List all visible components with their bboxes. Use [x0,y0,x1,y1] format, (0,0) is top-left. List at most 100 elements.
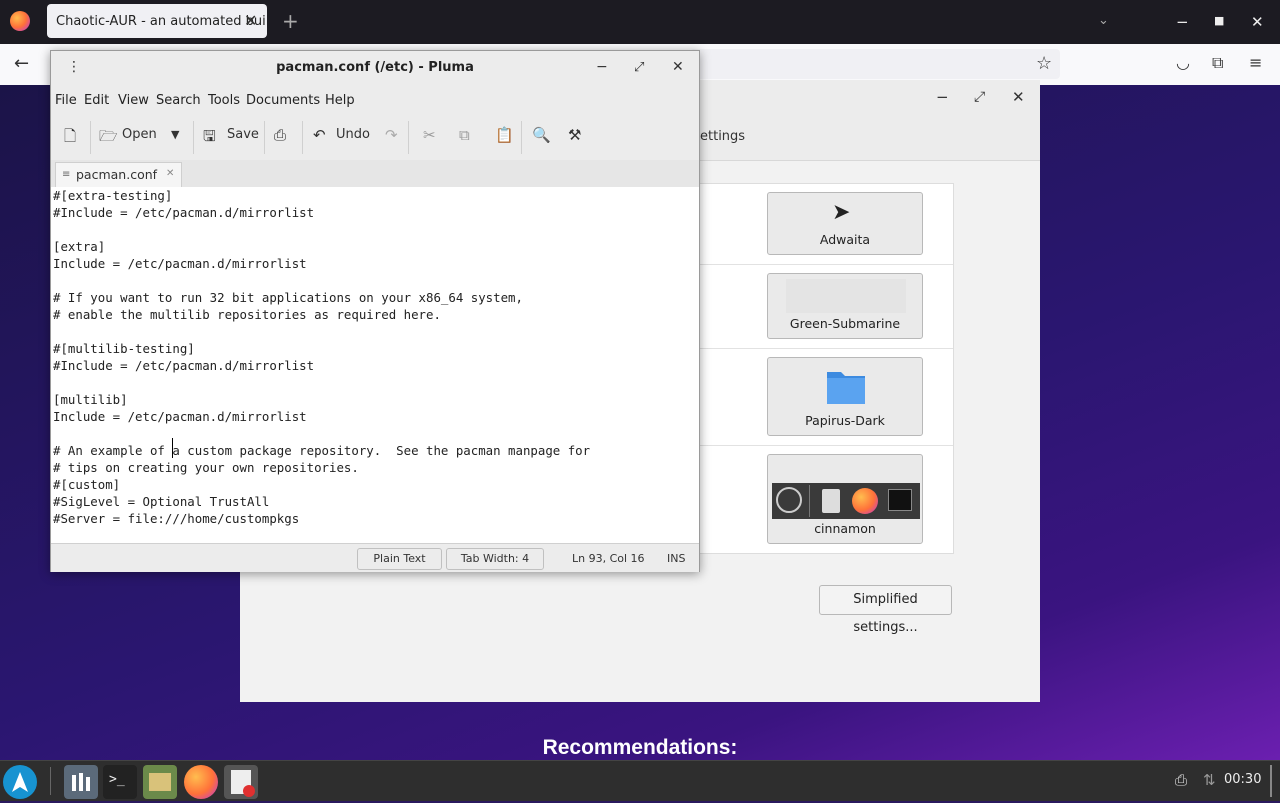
paste-icon[interactable]: 📋 [495,126,514,144]
text-editor[interactable]: #[extra-testing] #Include = /etc/pacman.… [51,187,699,543]
cursor-position: Ln 93, Col 16 [572,552,645,565]
browser-tab-title: Chaotic-AUR - an automated building repo… [56,14,267,29]
browser-maximize-icon[interactable]: ■ [1214,14,1224,27]
firefox-taskbar-icon[interactable] [184,765,218,799]
document-tabs: ≡ pacman.conf ✕ [51,160,699,188]
save-icon[interactable]: 🖫 [203,126,216,151]
themes-maximize-icon[interactable]: ⤢ [974,89,985,105]
insert-mode: INS [667,552,686,565]
text-editor-taskbar-icon[interactable] [224,765,258,799]
theme-button-cinnamon[interactable]: cinnamon [767,454,923,544]
pluma-maximize-icon[interactable]: ⤢ [634,60,644,75]
menu-tools[interactable]: Tools [208,93,240,108]
code-line: #Include = /etc/pacman.d/mirrorlist [53,358,315,373]
pluma-minimize-icon[interactable]: − [596,59,608,75]
new-document-icon[interactable]: 🗋 [64,126,76,151]
file-cabinet-icon [822,489,840,513]
show-desktop[interactable] [1270,765,1272,797]
menu-search[interactable]: Search [156,93,201,108]
code-line: # tips on creating your own repositories… [53,460,359,475]
copy-icon[interactable]: ⧉ [459,126,470,144]
terminal-taskbar-icon[interactable]: >_ [103,765,137,799]
search-icon[interactable]: 🔍 [532,126,551,144]
chevron-down-icon[interactable]: ⌄ [1098,13,1109,28]
syntax-mode-button[interactable]: Plain Text [357,548,442,570]
arch-menu-icon[interactable] [3,765,37,799]
redo-icon[interactable]: ↷ [385,126,398,144]
pocket-icon[interactable]: ◡ [1176,53,1190,72]
menu-icon[interactable]: ≡ [1249,53,1262,72]
code-line: # enable the multilib repositories as re… [53,307,441,322]
settings-taskbar-icon[interactable] [64,765,98,799]
terminal-icon [888,489,912,511]
themes-tab-settings[interactable]: ettings [700,129,745,144]
code-line: #SigLevel = Optional TrustAll [53,494,270,509]
theme-preview [772,483,920,519]
replace-icon[interactable]: ⚒ [568,126,581,144]
open-icon[interactable]: 🗁 [99,126,118,151]
menu-help[interactable]: Help [325,93,355,108]
extensions-icon[interactable]: ⧉ [1212,53,1223,73]
menu-file[interactable]: File [55,93,77,108]
printer-icon[interactable]: ⎙ [1175,771,1187,789]
file-manager-taskbar-icon[interactable] [143,765,177,799]
menu-view[interactable]: View [118,93,149,108]
new-tab-icon[interactable]: + [282,9,299,33]
pluma-titlebar[interactable]: ⋮ pacman.conf (/etc) - Pluma − ⤢ ✕ [51,51,699,87]
code-line: [extra] [53,239,106,254]
theme-label: Green-Submarine [789,316,901,331]
menu-documents[interactable]: Documents [246,93,320,108]
network-icon[interactable]: ⇅ [1203,771,1216,789]
code-line: #Server = file:///home/custompkgs [53,511,300,526]
menu-edit[interactable]: Edit [84,93,109,108]
taskbar: >_ ⎙ ⇅ 00:30 [0,760,1280,801]
cut-icon[interactable]: ✂ [423,126,436,144]
pluma-toolbar: 🗋 🗁 Open ▼ 🖫 Save ⎙ ↶ Undo ↷ ✂ ⧉ 📋 🔍 ⚒ [51,115,699,161]
themes-close-icon[interactable]: ✕ [1012,88,1025,106]
firefox-icon [852,488,878,514]
themes-minimize-icon[interactable]: − [936,88,949,106]
code-line: #[extra-testing] [53,188,173,203]
code-line: Include = /etc/pacman.d/mirrorlist [53,256,307,271]
firefox-icon [10,11,30,31]
simplified-settings-button[interactable]: Simplified settings... [819,585,952,635]
browser-minimize-icon[interactable]: − [1176,13,1189,31]
bookmark-star-icon[interactable]: ☆ [1036,53,1052,74]
close-document-icon[interactable]: ✕ [166,168,174,179]
undo-button[interactable]: Undo [336,127,370,142]
pluma-close-icon[interactable]: ✕ [672,59,684,75]
pluma-menubar: File Edit View Search Tools Documents He… [51,87,699,115]
code-line: # An example of a custom package reposit… [53,443,591,458]
code-line: #[custom] [53,477,121,492]
tab-width-button[interactable]: Tab Width: 4 [446,548,544,570]
pluma-window: ⋮ pacman.conf (/etc) - Pluma − ⤢ ✕ File … [50,50,700,572]
code-line: #[multilib-testing] [53,341,195,356]
pluma-statusbar: Plain Text Tab Width: 4 Ln 93, Col 16 IN… [51,543,699,572]
browser-close-icon[interactable]: ✕ [1251,13,1264,31]
document-tab-label: pacman.conf [76,167,158,182]
back-arrow-icon[interactable]: ← [14,53,29,74]
theme-button-green-submarine[interactable]: Green-Submarine [767,273,923,339]
code-line: # If you want to run 32 bit applications… [53,290,523,305]
open-dropdown-chevron-icon[interactable]: ▼ [171,128,179,141]
save-button[interactable]: Save [227,127,259,142]
mouse-pointer-icon: ➤ [832,200,851,225]
text-file-icon: ≡ [62,169,71,180]
clock[interactable]: 00:30 [1224,772,1261,787]
theme-button-papirus-dark[interactable]: Papirus-Dark [767,357,923,436]
recommendations-heading: Recommendations: [542,736,738,759]
code-line: Include = /etc/pacman.d/mirrorlist [53,409,307,424]
theme-preview [786,279,906,313]
folder-icon [827,372,865,404]
theme-label: Adwaita [819,232,871,247]
open-button[interactable]: Open [122,127,157,142]
code-line: [multilib] [53,392,128,407]
close-tab-icon[interactable]: ✕ [244,11,257,30]
theme-label: Papirus-Dark [805,413,885,428]
browser-tab[interactable]: Chaotic-AUR - an automated building repo… [47,4,267,38]
document-tab[interactable]: ≡ pacman.conf ✕ [55,162,182,187]
undo-icon[interactable]: ↶ [313,126,326,144]
url-bar[interactable] [690,49,1060,79]
print-icon[interactable]: ⎙ [274,126,286,144]
code-line: #Include = /etc/pacman.d/mirrorlist [53,205,315,220]
